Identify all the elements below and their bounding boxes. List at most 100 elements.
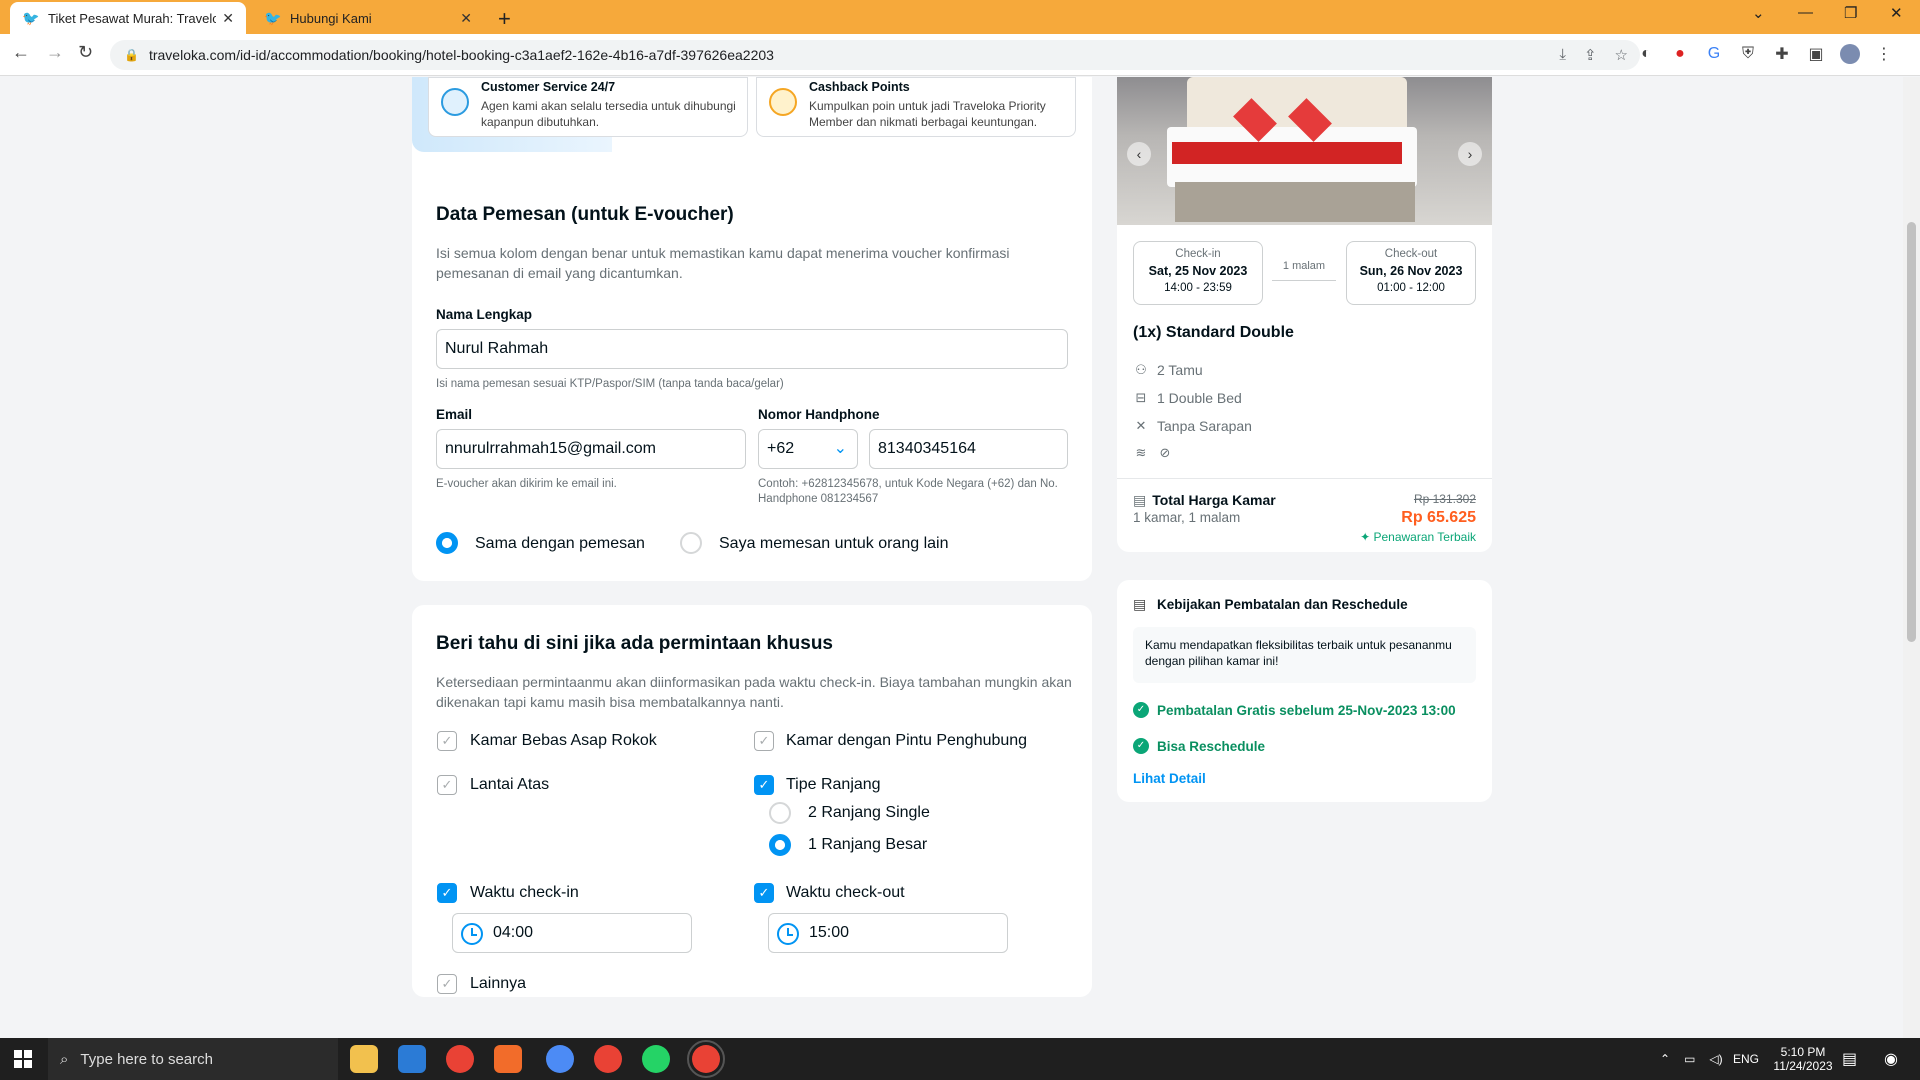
language-indicator[interactable]: ENG	[1733, 1038, 1759, 1080]
checkbox-bed-type[interactable]: ✓	[754, 775, 774, 795]
guests-text: 2 Tamu	[1157, 362, 1203, 378]
windows-taskbar: ⌕ Type here to search ⌃ ▭ ◁) ENG 5:10 PM…	[0, 1038, 1920, 1080]
name-label: Nama Lengkap	[436, 307, 533, 322]
checkbox-other[interactable]: ✓	[437, 974, 457, 994]
page-scrollbar[interactable]	[1903, 77, 1920, 1038]
radio-book-for-others[interactable]	[680, 532, 702, 554]
extension-icon[interactable]: ◐	[1636, 44, 1656, 64]
tray-chevron-icon[interactable]: ⌃	[1660, 1052, 1670, 1066]
sidebar-icon[interactable]: ▣	[1806, 44, 1826, 64]
volume-icon[interactable]: ◁)	[1709, 1052, 1722, 1066]
radio-large-bed[interactable]	[769, 834, 791, 856]
country-code-select[interactable]: +62 ⌄	[758, 429, 858, 469]
policy-detail-link[interactable]: Lihat Detail	[1133, 771, 1206, 786]
close-icon[interactable]: ✕	[222, 10, 234, 27]
free-cancellation-item: ✓ Pembatalan Gratis sebelum 25-Nov-2023 …	[1133, 702, 1456, 718]
puzzle-icon[interactable]: ✚	[1772, 44, 1792, 64]
radio-same-as-booker[interactable]	[436, 532, 458, 554]
reschedule-item: ✓ Bisa Reschedule	[1133, 738, 1265, 754]
checkbox-high-floor[interactable]: ✓	[437, 775, 457, 795]
room-type: (1x) Standard Double	[1133, 324, 1294, 341]
phone-label: Nomor Handphone	[758, 407, 880, 422]
benefit-desc: Kumpulkan poin untuk jadi Traveloka Prio…	[809, 99, 1046, 129]
share-icon[interactable]: ⇪	[1584, 46, 1597, 64]
no-breakfast-icon: ✕	[1135, 418, 1147, 433]
translate-icon[interactable]: G	[1704, 44, 1724, 64]
gallery-prev-button[interactable]: ‹	[1127, 142, 1151, 166]
email-hint: E-voucher akan dikirim ke email ini.	[436, 478, 617, 490]
checkin-hours: 14:00 - 23:59	[1164, 282, 1232, 294]
clock[interactable]: 5:10 PM 11/24/2023	[1768, 1038, 1838, 1080]
nights-connector	[1272, 280, 1336, 281]
file-explorer-icon[interactable]	[350, 1045, 378, 1073]
benefit-title: Cashback Points	[809, 80, 910, 94]
full-name-input[interactable]: Nurul Rahmah	[436, 329, 1068, 369]
benefit-title: Customer Service 24/7	[481, 80, 616, 94]
close-window-button[interactable]: ✕	[1890, 4, 1903, 22]
phone-hint: Contoh: +62812345678, untuk Kode Negara …	[758, 478, 1058, 505]
scrollbar-thumb[interactable]	[1907, 222, 1916, 642]
network-icon[interactable]: ▭	[1684, 1052, 1695, 1066]
requests-subtitle: Ketersediaan permintaanmu akan diinforma…	[436, 674, 1072, 710]
high-floor-label: Lantai Atas	[470, 776, 550, 793]
taskbar-search-placeholder: Type here to search	[80, 1050, 213, 1068]
whatsapp-icon[interactable]	[642, 1045, 670, 1073]
tab-search-icon[interactable]: ⌄	[1752, 4, 1765, 22]
minimize-button[interactable]: —	[1798, 4, 1813, 21]
back-icon[interactable]: ←	[12, 42, 30, 63]
bed-base	[1175, 182, 1415, 222]
forward-icon[interactable]: →	[46, 42, 64, 63]
email-input[interactable]: nnurulrrahmah15@gmail.com	[436, 429, 746, 469]
chrome-profile-icon[interactable]	[594, 1045, 622, 1073]
chrome-profile-icon[interactable]	[546, 1045, 574, 1073]
total-price-sub: 1 kamar, 1 malam	[1133, 510, 1241, 525]
tab-title: Hubungi Kami	[290, 10, 372, 26]
teams-icon[interactable]: ◉	[1884, 1038, 1898, 1080]
shield-icon[interactable]: ⛨	[1738, 44, 1758, 64]
system-tray: ⌃ ▭ ◁)	[1660, 1038, 1723, 1080]
tab-hubungi-kami[interactable]: 🐦 Hubungi Kami ✕	[252, 2, 484, 34]
guests-icon: ⚇	[1135, 362, 1147, 377]
checkin-time-select[interactable]: 04:00	[452, 913, 692, 953]
install-icon[interactable]: ⤓	[1559, 46, 1566, 64]
notification-icon[interactable]: ▤	[1842, 1038, 1857, 1080]
menu-icon[interactable]: ⋮	[1874, 44, 1894, 64]
windows-start-icon[interactable]	[14, 1050, 32, 1068]
tab-traveloka[interactable]: 🐦 Tiket Pesawat Murah: Traveloka ✕	[10, 2, 246, 34]
taskbar-search[interactable]: ⌕ Type here to search	[48, 1038, 338, 1080]
chrome-icon[interactable]	[446, 1045, 474, 1073]
non-smoking-label: Kamar Bebas Asap Rokok	[470, 732, 657, 749]
tab-title: Tiket Pesawat Murah: Traveloka	[48, 10, 217, 26]
close-icon[interactable]: ✕	[460, 10, 472, 27]
checkin-box: Check-in Sat, 25 Nov 2023 14:00 - 23:59	[1133, 241, 1263, 305]
best-offer-badge: ✦ Penawaran Terbaik	[1360, 530, 1476, 544]
gallery-next-button[interactable]: ›	[1458, 142, 1482, 166]
divider	[1117, 478, 1492, 479]
vscode-icon[interactable]	[398, 1045, 426, 1073]
checkout-date: Sun, 26 Nov 2023	[1359, 264, 1463, 278]
bookmark-star-icon[interactable]: ☆	[1615, 46, 1628, 64]
checkout-time-label: Waktu check-out	[786, 884, 905, 901]
radio-twin-beds[interactable]	[769, 802, 791, 824]
chrome-active-icon[interactable]	[687, 1040, 725, 1078]
new-tab-button[interactable]: +	[498, 6, 511, 32]
reload-icon[interactable]: ↻	[78, 42, 93, 63]
feature-guests: ⚇ 2 Tamu	[1133, 362, 1203, 378]
checkbox-non-smoking[interactable]: ✓	[437, 731, 457, 751]
restore-button[interactable]: ❐	[1844, 4, 1857, 22]
checkbox-connecting-room[interactable]: ✓	[754, 731, 774, 751]
xampp-icon[interactable]	[494, 1045, 522, 1073]
phone-input[interactable]: 81340345164	[869, 429, 1068, 469]
profile-avatar[interactable]	[1840, 44, 1860, 64]
email-label: Email	[436, 407, 473, 422]
extension-icon[interactable]: ●	[1670, 44, 1690, 64]
checkout-time-select[interactable]: 15:00	[768, 913, 1008, 953]
address-bar[interactable]: 🔒 traveloka.com/id-id/accommodation/book…	[110, 40, 1640, 70]
checkbox-checkout-time[interactable]: ✓	[754, 883, 774, 903]
reschedule-text: Bisa Reschedule	[1157, 738, 1266, 754]
checkbox-checkin-time[interactable]: ✓	[437, 883, 457, 903]
wifi-icon: ≋	[1135, 445, 1147, 460]
policy-title: Kebijakan Pembatalan dan Reschedule	[1157, 597, 1408, 612]
clock-date: 11/24/2023	[1773, 1059, 1833, 1073]
feature-bed: ⊟ 1 Double Bed	[1133, 390, 1242, 406]
